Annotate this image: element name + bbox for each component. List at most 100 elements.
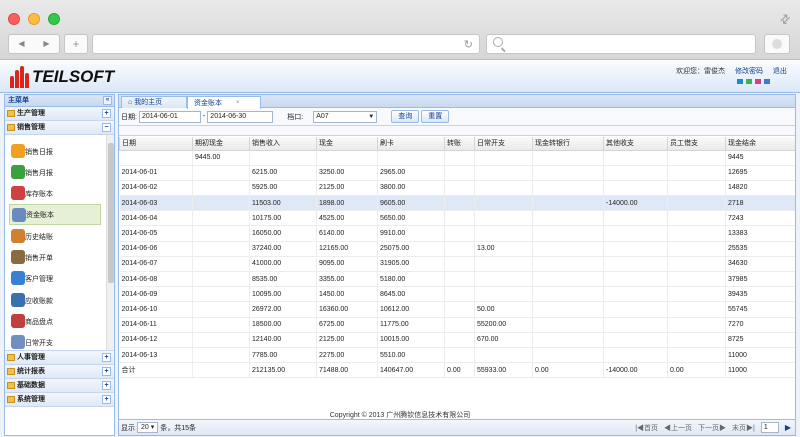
table-cell: 11503.00	[249, 195, 317, 212]
sidebar-scrollbar[interactable]	[106, 135, 114, 350]
browser-search-field[interactable]	[486, 34, 756, 54]
sidebar-group[interactable]: 生产管理 +	[5, 107, 114, 121]
last-page-button[interactable]: 末页▶|	[732, 423, 755, 433]
stall-select[interactable]: A07 ▼	[313, 110, 378, 123]
sidebar-group[interactable]: 系统管理 +	[5, 393, 114, 407]
table-row[interactable]: 2014-06-07 41000.00 9095.00 31905.00 34630	[119, 256, 795, 273]
sidebar-item[interactable]: 应收账款	[9, 290, 101, 311]
sidebar-group[interactable]: 统计报表 +	[5, 365, 114, 379]
table-row[interactable]: 2014-06-02 5925.00 2125.00 3800.00 14820	[119, 180, 795, 197]
sidebar-group[interactable]: 基础数据 +	[5, 379, 114, 393]
reload-icon[interactable]: ↻	[464, 38, 473, 51]
reset-button[interactable]: 重置	[421, 110, 450, 123]
close-window-button[interactable]	[8, 13, 20, 25]
table-cell	[377, 150, 445, 166]
change-password-link[interactable]: 修改密码	[735, 68, 763, 75]
table-row[interactable]: 2014-06-04 10175.00 4525.00 5650.00 7243	[119, 210, 795, 227]
theme-swatch[interactable]	[737, 79, 743, 84]
sidebar-item[interactable]: 销售月报	[9, 162, 101, 183]
table-cell: 0.00	[532, 362, 604, 379]
forward-icon[interactable]: ▶	[34, 35, 59, 53]
app-root: TEILSOFT 欢迎您：雷俊杰 修改密码 退出 主菜单 « 生产管理 + 销售管理…	[0, 61, 800, 437]
tab-home[interactable]: ⌂ 我的主页	[121, 96, 187, 108]
sidebar-item[interactable]: 库存账本	[9, 183, 101, 204]
table-cell: 7785.00	[249, 347, 317, 364]
browser-menu-button[interactable]	[764, 34, 790, 54]
sidebar-item[interactable]: 商品盘点	[9, 311, 101, 332]
table-row[interactable]: 2014-06-11 18500.00 6725.00 11775.00 55200.0…	[119, 317, 795, 333]
table-cell: 2125.00	[316, 180, 378, 197]
group-toggle-button[interactable]: +	[102, 367, 111, 376]
table-row[interactable]: 2014-06-01 6215.00 3250.00 2965.00 12695	[119, 165, 795, 181]
column-header[interactable]: 日期	[119, 137, 193, 151]
column-header[interactable]: 员工借支	[667, 137, 726, 151]
browser-window: ⇄ ◀ ▶ + ↻ TEILSOFT 欢迎您：雷俊杰 修改密码 退出 主菜单 «…	[0, 0, 800, 437]
sidebar-item[interactable]: 资金账本	[9, 204, 101, 225]
table-cell	[444, 210, 475, 227]
table-row[interactable]: 2014-06-12 12140.00 2125.00 10015.00 670.00 8…	[119, 332, 795, 348]
column-header[interactable]: 转账	[444, 137, 475, 151]
table-cell	[532, 332, 604, 348]
table-row[interactable]: 2014-06-09 10095.00 1450.00 8645.00 39435	[119, 286, 795, 303]
sidebar-item[interactable]: 日常开支	[9, 332, 101, 350]
table-cell	[444, 241, 475, 257]
table-cell: 16360.00	[316, 301, 378, 318]
column-header[interactable]: 现金转银行	[532, 137, 604, 151]
first-page-button[interactable]: |◀首页	[635, 423, 658, 433]
sidebar-group[interactable]: 人事管理 +	[5, 351, 114, 365]
table-row[interactable]: 2014-06-13 7785.00 2275.00 5510.00 11000	[119, 347, 795, 364]
group-toggle-button[interactable]: −	[102, 123, 111, 132]
table-cell: 3800.00	[377, 180, 445, 197]
date-from-field[interactable]: 2014-06-01	[138, 110, 201, 123]
sidebar-collapse-button[interactable]: «	[103, 96, 112, 105]
date-to-field[interactable]: 2014-06-30	[207, 110, 274, 123]
table-row[interactable]: 2014-06-03 11503.00 1898.00 9605.00 -14000.0…	[119, 195, 795, 212]
close-tab-icon[interactable]: ×	[236, 98, 240, 109]
column-header[interactable]: 销售收入	[249, 137, 317, 151]
prev-page-button[interactable]: ◀上一页	[664, 423, 692, 433]
sidebar-item-label: 库存账本	[25, 190, 53, 198]
sidebar-item[interactable]: 客户管理	[9, 268, 101, 289]
fullscreen-icon[interactable]: ⇄	[776, 10, 793, 27]
theme-swatch[interactable]	[755, 79, 761, 84]
column-header[interactable]: 期初现金	[192, 137, 250, 151]
go-page-icon[interactable]: ▶	[785, 423, 791, 432]
group-toggle-button[interactable]: +	[102, 395, 111, 404]
back-icon[interactable]: ◀	[9, 35, 34, 53]
sidebar-item[interactable]: 历史结账	[9, 226, 101, 247]
table-cell: 6215.00	[249, 165, 317, 181]
minimize-window-button[interactable]	[28, 13, 40, 25]
theme-swatch[interactable]	[746, 79, 752, 84]
column-header[interactable]: 现金	[316, 137, 378, 151]
group-toggle-button[interactable]: +	[102, 109, 111, 118]
table-cell	[474, 165, 533, 181]
column-header[interactable]: 其他收支	[603, 137, 668, 151]
table-row[interactable]: 9445.00 9445	[119, 150, 795, 166]
logout-link[interactable]: 退出	[773, 68, 787, 75]
column-header[interactable]: 现金结余	[725, 137, 795, 151]
address-bar[interactable]: ↻	[92, 34, 480, 54]
group-toggle-button[interactable]: +	[102, 353, 111, 362]
table-row[interactable]: 2014-06-08 8535.00 3355.00 5180.00 37985	[119, 271, 795, 288]
maximize-window-button[interactable]	[48, 13, 60, 25]
page-number-input[interactable]: 1	[760, 422, 779, 433]
next-page-button[interactable]: 下一页▶	[698, 423, 726, 433]
page-size-select[interactable]: 20 ▾	[137, 422, 159, 433]
puzzle-icon	[11, 165, 25, 179]
tab-cash-ledger[interactable]: 资金账本 ×	[187, 96, 261, 109]
column-header[interactable]: 刷卡	[377, 137, 445, 151]
table-row[interactable]: 2014-06-05 16050.00 6140.00 9910.00 13383	[119, 225, 795, 242]
table-cell: 2014-06-02	[119, 180, 193, 197]
sidebar-item[interactable]: 销售日报	[9, 141, 101, 162]
table-row[interactable]: 合计 212135.00 71488.00 140647.00 0.00 55933.00…	[119, 362, 795, 379]
sidebar-group[interactable]: 销售管理 −	[5, 121, 114, 135]
table-row[interactable]: 2014-06-06 37240.00 12165.00 25075.00 13.00 2…	[119, 241, 795, 257]
column-header[interactable]: 日常开支	[474, 137, 533, 151]
new-tab-button[interactable]: +	[64, 34, 88, 54]
group-toggle-button[interactable]: +	[102, 381, 111, 390]
theme-swatch[interactable]	[764, 79, 770, 84]
sidebar-item[interactable]: 销售开单	[9, 247, 101, 268]
table-row[interactable]: 2014-06-10 26972.00 16360.00 10612.00 50.00 5…	[119, 301, 795, 318]
query-button[interactable]: 查询	[391, 110, 420, 123]
scrollbar-thumb[interactable]	[108, 143, 114, 283]
